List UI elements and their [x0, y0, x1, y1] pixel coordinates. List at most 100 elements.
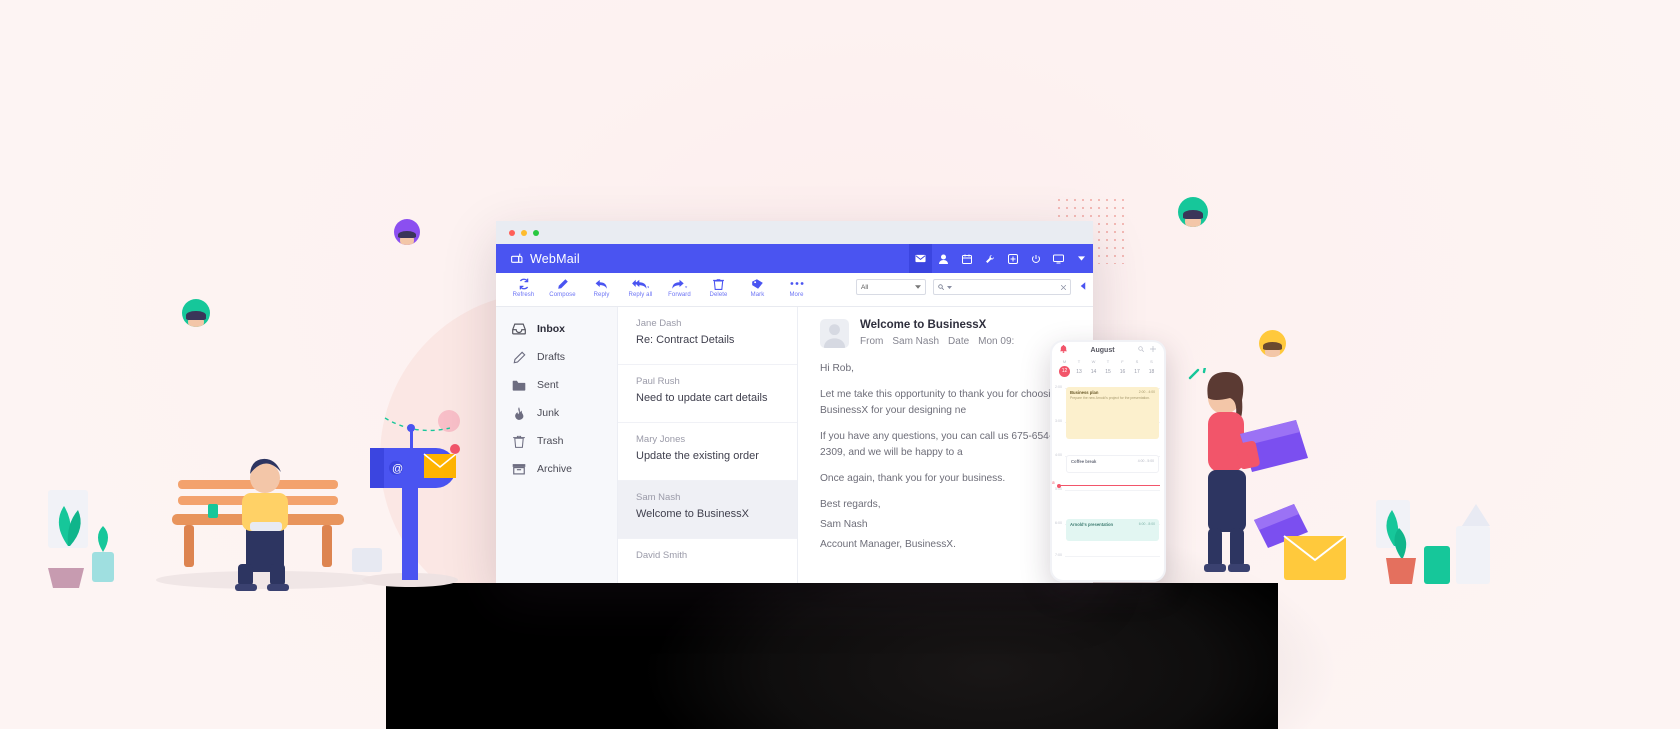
bell-icon[interactable]	[1060, 345, 1067, 355]
toolbar-forward-label: Forward	[668, 292, 691, 298]
folder-sidebar: Inbox Drafts Sent Junk Trash Archive	[496, 307, 618, 583]
message-sender-title: Account Manager, BusinessX.	[820, 539, 956, 550]
phone-event-time: 4:00 - 5:00	[1137, 459, 1154, 463]
phone-date[interactable]: 16	[1117, 369, 1128, 375]
phone-date[interactable]: 18	[1146, 369, 1157, 375]
toolbar-mark-button[interactable]: Mark	[738, 277, 777, 298]
reading-pane: Welcome to BusinessX From Sam Nash Date …	[798, 307, 1093, 583]
phone-event-arnolds-presentation[interactable]: Arnold's presentation 6:00 - 8:00	[1066, 519, 1159, 541]
toolbar-refresh-button[interactable]: Refresh	[504, 277, 543, 298]
phone-hour-label: 5:00	[1055, 487, 1062, 491]
toolbar-compose-label: Compose	[549, 292, 576, 298]
window-titlebar	[496, 221, 1093, 244]
ellipsis-icon	[790, 277, 804, 290]
app-header-icons	[909, 244, 1093, 273]
contacts-icon[interactable]	[932, 244, 955, 273]
plus-icon[interactable]	[1149, 346, 1156, 354]
inbox-icon	[512, 323, 526, 335]
phone-event-coffee-break[interactable]: Coffee break 4:00 - 5:00	[1066, 455, 1159, 473]
phone-event-business-plan[interactable]: Business plan Prepare the new Arnold's p…	[1066, 387, 1159, 439]
calendar-icon[interactable]	[955, 244, 978, 273]
collapse-panel-button[interactable]	[1078, 282, 1088, 292]
mail-icon[interactable]	[909, 244, 932, 273]
message-paragraph-2: If you have any questions, you can call …	[820, 431, 1053, 458]
search-icon[interactable]	[1138, 346, 1144, 354]
table-row[interactable]: Mary Jones Update the existing order	[618, 423, 797, 481]
message-paragraph-1: Let me take this opportunity to thank yo…	[820, 389, 1062, 416]
message-list[interactable]: Jane Dash Re: Contract Details Paul Rush…	[618, 307, 798, 583]
phone-day-name: T	[1077, 359, 1081, 364]
phone-hour-label: 4:00	[1055, 453, 1062, 457]
sidebar-item-drafts[interactable]: Drafts	[496, 343, 617, 371]
table-row[interactable]: Jane Dash Re: Contract Details	[618, 307, 797, 365]
toolbar-reply-button[interactable]: Reply	[582, 277, 621, 298]
table-row-selected[interactable]: Sam Nash Welcome to BusinessX	[618, 481, 797, 539]
message-sender: Sam Nash	[636, 492, 681, 503]
phone-hour-line	[1065, 490, 1160, 491]
message-subject: Need to update cart details	[636, 392, 768, 404]
chevron-down-icon[interactable]	[1070, 244, 1093, 273]
scope-filter-select[interactable]: All	[856, 279, 926, 295]
phone-date-today[interactable]: 12	[1059, 366, 1070, 377]
phone-day-name: M	[1062, 359, 1067, 364]
phone-date[interactable]: 13	[1074, 369, 1085, 375]
message-sender: Mary Jones	[636, 434, 686, 445]
message-meta: From Sam Nash Date Mon 09:	[860, 336, 1014, 347]
sidebar-item-label: Junk	[537, 407, 560, 419]
window-maximize-button[interactable]	[533, 229, 539, 236]
illustration-mailbox: @	[362, 424, 460, 587]
phone-day-name: T	[1106, 359, 1110, 364]
phone-event-time: 6:00 - 8:00	[1138, 522, 1155, 526]
phone-date[interactable]: 14	[1088, 369, 1099, 375]
brand: WebMail	[510, 252, 580, 266]
display-icon[interactable]	[1047, 244, 1070, 273]
forward-icon	[671, 277, 688, 290]
toolbar-forward-button[interactable]: Forward	[660, 277, 699, 298]
table-row[interactable]: David Smith	[618, 539, 797, 583]
window-close-button[interactable]	[509, 229, 515, 236]
archive-icon	[512, 463, 526, 475]
toolbar-right-controls: All	[856, 279, 1088, 295]
tag-icon	[751, 277, 764, 290]
message-sender-name: Sam Nash	[820, 519, 868, 530]
message-header-text: Welcome to BusinessX From Sam Nash Date …	[860, 319, 1014, 347]
pencil-icon	[557, 277, 569, 290]
mail-toolbar: Refresh Compose Reply Reply all Forward	[496, 273, 1093, 307]
phone-hour-line	[1065, 556, 1160, 557]
app-title: WebMail	[530, 251, 580, 266]
phone-date[interactable]: 17	[1132, 369, 1143, 375]
sidebar-item-label: Drafts	[537, 351, 566, 363]
toolbar-delete-button[interactable]: Delete	[699, 277, 738, 298]
phone-day-name: S	[1150, 359, 1153, 364]
date-value: Mon 09:	[978, 336, 1015, 347]
toolbar-more-button[interactable]: More	[777, 277, 816, 298]
sidebar-item-junk[interactable]: Junk	[496, 399, 617, 427]
reply-all-icon	[632, 277, 649, 290]
sidebar-item-archive[interactable]: Archive	[496, 455, 617, 483]
settings-wrench-icon[interactable]	[978, 244, 1001, 273]
date-label: Date	[948, 336, 970, 347]
sidebar-item-trash[interactable]: Trash	[496, 427, 617, 455]
message-subject: Re: Contract Details	[636, 334, 735, 346]
svg-text:@: @	[392, 463, 403, 475]
toolbar-reply-all-button[interactable]: Reply all	[621, 277, 660, 298]
toolbar-mark-label: Mark	[750, 292, 765, 298]
search-box[interactable]	[933, 279, 1071, 295]
phone-date[interactable]: 15	[1103, 369, 1114, 375]
phone-day-name: S	[1135, 359, 1139, 364]
toolbar-compose-button[interactable]: Compose	[543, 277, 582, 298]
close-icon[interactable]	[1061, 284, 1066, 290]
message-sender: Paul Rush	[636, 376, 680, 387]
flame-icon	[512, 406, 526, 420]
power-icon[interactable]	[1024, 244, 1047, 273]
illustration-plant-left	[48, 490, 114, 588]
app-header: WebMail	[496, 244, 1093, 273]
message-signoff: Best regards,	[820, 499, 881, 510]
toolbar-reply-label: Reply	[593, 292, 610, 298]
apps-icon[interactable]	[1001, 244, 1024, 273]
window-minimize-button[interactable]	[521, 229, 527, 236]
sidebar-item-inbox[interactable]: Inbox	[496, 315, 617, 343]
sidebar-item-sent[interactable]: Sent	[496, 371, 617, 399]
table-row[interactable]: Paul Rush Need to update cart details	[618, 365, 797, 423]
trash-icon	[713, 277, 724, 290]
